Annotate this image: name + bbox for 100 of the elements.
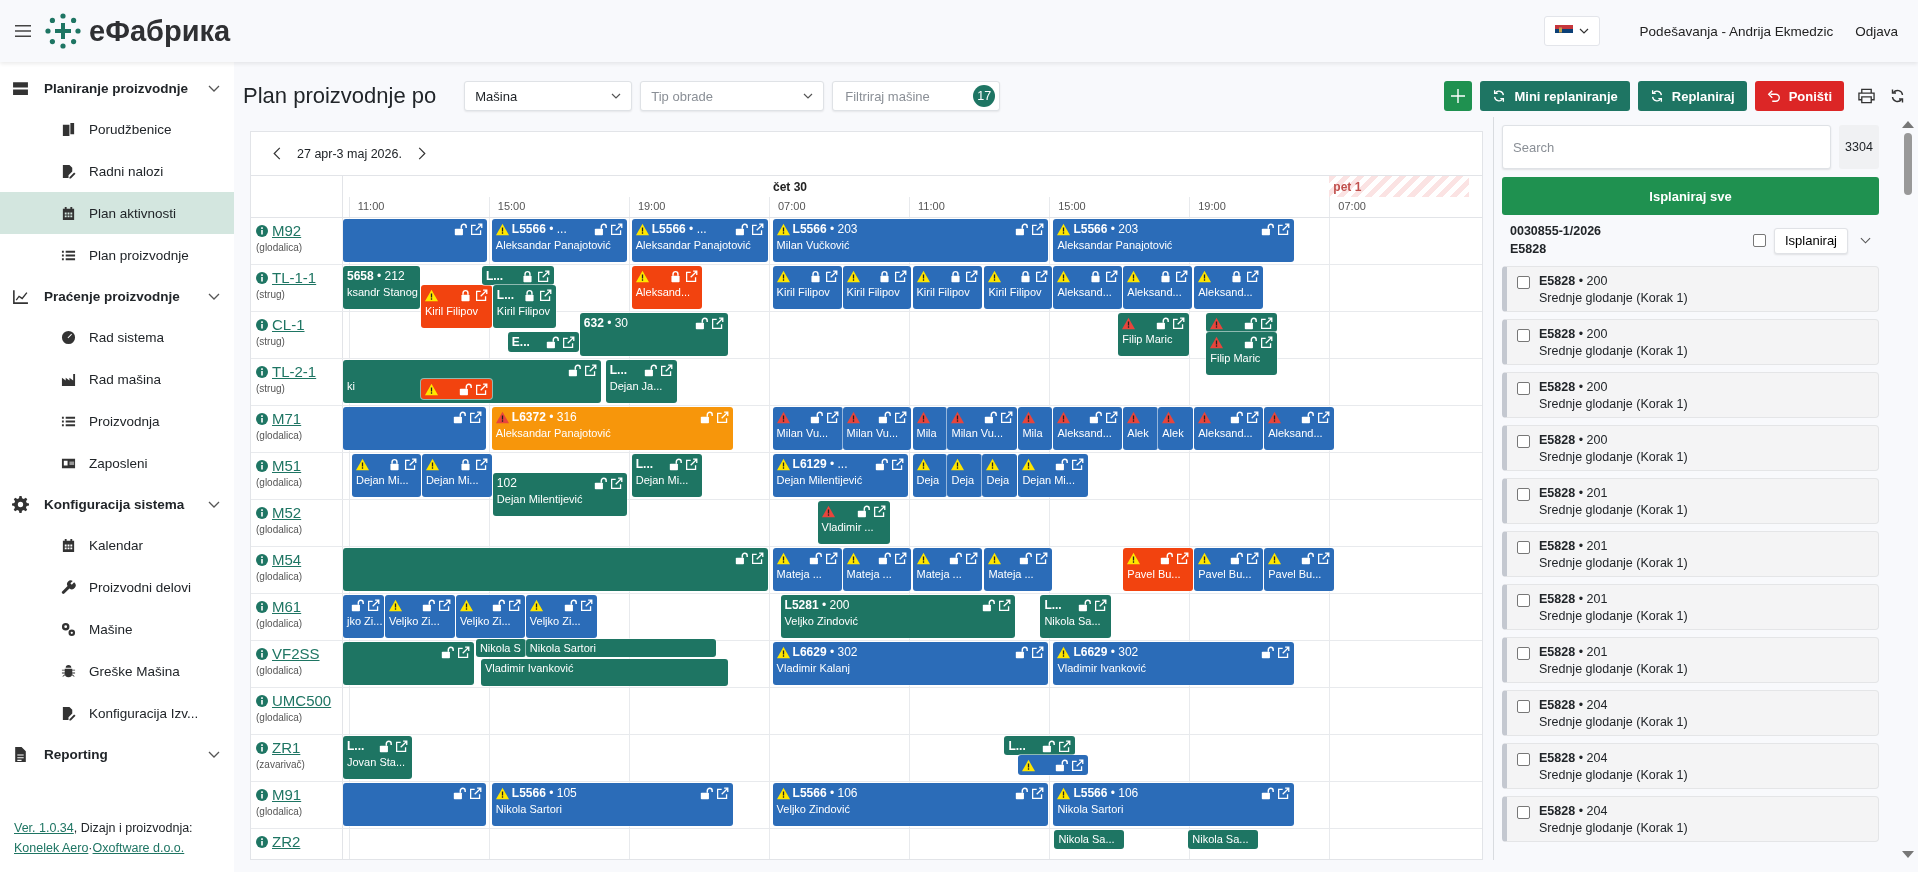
unlock-icon[interactable]: [453, 222, 467, 236]
sidebar-item[interactable]: Proizvodnja: [0, 400, 234, 442]
unlock-icon[interactable]: [1244, 335, 1258, 349]
toolbar-button[interactable]: Poništi: [1754, 81, 1844, 111]
add-button[interactable]: [1444, 81, 1473, 111]
machine-link[interactable]: CL-1: [272, 316, 305, 333]
unlock-icon[interactable]: [1160, 551, 1174, 565]
checkbox[interactable]: [1517, 647, 1530, 660]
machine-link[interactable]: UMC500: [272, 692, 332, 709]
unlock-icon[interactable]: [1301, 410, 1315, 424]
external-link-icon[interactable]: [468, 786, 482, 800]
refresh-icon[interactable]: [1889, 88, 1906, 104]
external-link-icon[interactable]: [1277, 645, 1291, 659]
task-card[interactable]: E5828 • 201 Srednje glodanje (Korak 1): [1502, 584, 1879, 630]
machine-link[interactable]: M52: [272, 504, 302, 521]
machine-link[interactable]: M91: [272, 786, 302, 803]
external-link-icon[interactable]: [474, 457, 488, 471]
unlock-icon[interactable]: [734, 551, 748, 565]
external-link-icon[interactable]: [965, 551, 979, 565]
external-link-icon[interactable]: [1031, 645, 1045, 659]
task-bar[interactable]: Pavel Bu...: [1264, 548, 1335, 591]
sidebar-item[interactable]: Rad sistema: [0, 316, 234, 358]
external-link-icon[interactable]: [710, 316, 724, 330]
task-bar[interactable]: Dejan Mi...: [352, 454, 421, 497]
unlock-icon[interactable]: [875, 457, 889, 471]
sidebar-item[interactable]: Porudžbenice: [0, 108, 234, 150]
task-bar[interactable]: Veljko Zi...: [455, 595, 525, 638]
task-bar[interactable]: L5566 • 105 Nikola Sartori: [491, 783, 733, 826]
info-icon[interactable]: [256, 835, 268, 848]
unlock-icon[interactable]: [1301, 551, 1315, 565]
info-icon[interactable]: [256, 600, 268, 613]
lock-icon[interactable]: [387, 457, 401, 471]
task-card[interactable]: E5828 • 204 Srednje glodanje (Korak 1): [1502, 743, 1879, 789]
chevron-down-icon[interactable]: [1860, 237, 1871, 244]
machine-link[interactable]: ZR1: [272, 739, 301, 756]
unlock-icon[interactable]: [1078, 598, 1092, 612]
unlock-icon[interactable]: [668, 457, 682, 471]
external-link-icon[interactable]: [1031, 222, 1045, 236]
unlock-icon[interactable]: [1244, 316, 1258, 330]
external-link-icon[interactable]: [469, 222, 483, 236]
unlock-icon[interactable]: [1019, 551, 1033, 565]
unlock-icon[interactable]: [1230, 410, 1244, 424]
unlock-icon[interactable]: [699, 786, 713, 800]
external-link-icon[interactable]: [437, 598, 451, 612]
info-icon[interactable]: [256, 224, 268, 237]
task-bar[interactable]: L6629 • 302 Vladimir Ivanković: [1053, 642, 1295, 685]
info-icon[interactable]: [256, 647, 268, 660]
external-link-icon[interactable]: [1277, 786, 1291, 800]
task-bar[interactable]: Deja: [947, 454, 983, 497]
task-card[interactable]: E5828 • 200 Srednje glodanje (Korak 1): [1502, 266, 1879, 312]
task-bar[interactable]: Mateja ...: [772, 548, 842, 591]
task-bar[interactable]: 102 Dejan Milentijević: [492, 473, 627, 516]
external-link-icon[interactable]: [403, 457, 417, 471]
unlock-icon[interactable]: [452, 410, 466, 424]
unlock-icon[interactable]: [1261, 222, 1275, 236]
unlock-icon[interactable]: [1261, 786, 1275, 800]
task-bar[interactable]: Kiril Filipov: [772, 266, 842, 309]
task-card[interactable]: E5828 • 200 Srednje glodanje (Korak 1): [1502, 372, 1879, 418]
task-bar[interactable]: L5281 • 200 Veljko Zindović: [780, 595, 1016, 638]
task-bar[interactable]: Filip Maric: [1206, 332, 1278, 375]
machine-link[interactable]: TL-1-1: [272, 269, 317, 286]
unlock-icon[interactable]: [643, 363, 657, 377]
version-link[interactable]: Ver. 1.0.34: [14, 821, 74, 836]
task-bar[interactable]: Aleksand...: [1194, 266, 1264, 309]
sidebar-section[interactable]: Praćenje proizvodnje: [0, 276, 234, 316]
task-bar[interactable]: L... Nikola Sa...: [1040, 595, 1112, 638]
filter-input[interactable]: Filtriraj mašine: [843, 87, 958, 105]
external-link-icon[interactable]: [456, 645, 470, 659]
task-bar[interactable]: jko Zi...: [343, 595, 384, 638]
unlock-icon[interactable]: [593, 222, 607, 236]
external-link-icon[interactable]: [1035, 269, 1049, 283]
external-link-icon[interactable]: [684, 457, 698, 471]
sidebar-item[interactable]: Plan proizvodnje: [0, 234, 234, 276]
external-link-icon[interactable]: [1246, 269, 1260, 283]
sidebar-item[interactable]: Zaposleni: [0, 442, 234, 484]
external-link-icon[interactable]: [1246, 410, 1260, 424]
info-icon[interactable]: [256, 365, 268, 378]
settings-link[interactable]: Podešavanja - Andrija Ekmedzic: [1639, 23, 1834, 39]
unlock-icon[interactable]: [856, 504, 870, 518]
task-card[interactable]: E5828 • 204 Srednje glodanje (Korak 1): [1502, 690, 1879, 736]
machine-link[interactable]: M71: [272, 410, 302, 427]
task-bar[interactable]: L... Dejan Mi...: [631, 454, 702, 497]
info-icon[interactable]: [256, 271, 268, 284]
task-bar[interactable]: Veljko Zi...: [384, 595, 455, 638]
task-bar[interactable]: Mateja ...: [984, 548, 1053, 591]
unlock-icon[interactable]: [1156, 316, 1170, 330]
sidebar-item[interactable]: Konfiguracija Izv...: [0, 692, 234, 734]
task-bar[interactable]: [1018, 755, 1089, 775]
sidebar-item[interactable]: Radni nalozi: [0, 150, 234, 192]
task-bar[interactable]: Alek: [1158, 407, 1194, 450]
task-bar[interactable]: L... Dejan Ja...: [605, 360, 677, 403]
type-select[interactable]: Tip obrade: [640, 81, 825, 111]
task-bar[interactable]: L... Kiril Filipov: [492, 285, 556, 328]
task-bar[interactable]: Deja: [982, 454, 1018, 497]
unlock-icon[interactable]: [458, 382, 472, 396]
task-bar[interactable]: Nikola Sa...: [1054, 830, 1125, 849]
external-link-icon[interactable]: [394, 739, 408, 753]
task-bar[interactable]: [1206, 313, 1278, 332]
external-link-icon[interactable]: [579, 598, 593, 612]
info-icon[interactable]: [256, 694, 268, 707]
